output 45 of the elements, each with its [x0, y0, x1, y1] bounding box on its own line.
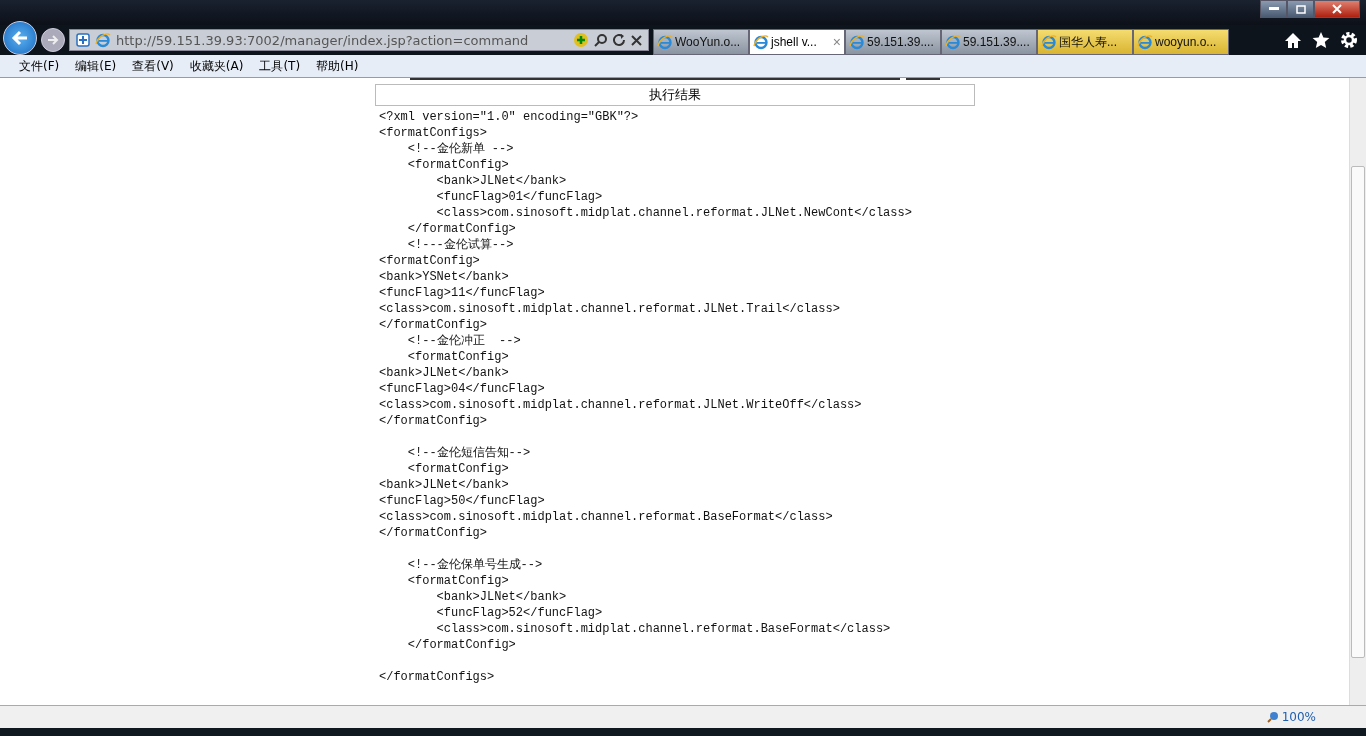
plus-shield-icon [76, 33, 90, 47]
browser-tab[interactable]: wooyun.o... [1133, 29, 1229, 55]
search-icon[interactable] [594, 33, 608, 47]
maximize-button[interactable] [1287, 0, 1314, 18]
browser-logo-icon [1041, 34, 1057, 50]
menu-item[interactable]: 查看(V) [132, 57, 174, 75]
forward-arrow-icon [47, 35, 59, 45]
close-tab-icon[interactable]: × [832, 34, 841, 50]
minimize-icon [1268, 7, 1279, 11]
close-icon [1332, 4, 1342, 14]
home-icon[interactable] [1284, 31, 1302, 49]
add-icon[interactable] [573, 32, 589, 48]
browser-tab[interactable]: 国华人寿... [1037, 29, 1133, 55]
menu-item[interactable]: 工具(T) [259, 57, 301, 75]
url-text: http://59.151.39.93:7002/manager/index.jsp?action=command [116, 32, 530, 48]
maximize-icon [1295, 4, 1306, 14]
zoom-level[interactable]: 100% [1281, 710, 1316, 724]
browser-logo-icon [1137, 34, 1153, 50]
browser-tab[interactable]: jshell v... × [749, 29, 845, 55]
browser-logo-icon [945, 34, 961, 50]
star-icon[interactable] [1312, 31, 1330, 49]
back-button[interactable] [3, 21, 37, 55]
forward-button[interactable] [41, 28, 65, 52]
menu-item[interactable]: 收藏夹(A) [189, 57, 244, 75]
zoom-icon[interactable] [1266, 711, 1279, 723]
minimize-button[interactable] [1260, 0, 1287, 18]
result-text: <?xml version="1.0" encoding="GBK"?> <formatConfigs> <!--金伦新单 --> <formatConfig> <bank>JLNet</bank> <funcFlag>01</funcFlag> <class>com.sinosoft.midplat.channel.reformat.JLNet.NewCont</class> </formatConfig> <!---金伦试算--> <formatConfig> <bank>YSNet</bank> <funcFlag>11</funcFlag> <class>com.sinosoft.midplat.channel.reformat.JLNet.Trail</class> </formatConfig> <!--金伦冲正 --> <formatConfig> <bank>JLNet</bank> <funcFlag>04</funcFlag> <class>com.sinosoft.midplat.channel.reformat.JLNet.WriteOff</class> </formatConfig> <!--金伦短信告知--> <formatConfig> <bank>JLNet</bank> <funcFlag>50</funcFlag> <class>com.sinosoft.midplat.channel.reformat.BaseFormat</class> </formatConfig> <!--金伦保单号生成--> <formatConfig> <bank>JLNet</bank> <funcFlag>52</funcFlag> <class>com.sinosoft.midplat.channel.reformat.BaseFormat</class> </formatConfig> </formatConfigs> [379, 109, 913, 685]
browser-tab[interactable]: 59.151.39.... [941, 29, 1037, 55]
table-header: 执行结果 [375, 84, 975, 106]
address-bar[interactable]: http://59.151.39.93:7002/manager/index.jsp?action=command [69, 29, 649, 51]
back-arrow-icon [11, 30, 29, 46]
browser-tab[interactable]: 59.151.39.... [845, 29, 941, 55]
menu-item[interactable]: 文件(F) [19, 57, 60, 75]
scrollbar[interactable] [1349, 78, 1366, 705]
browser-logo-icon [753, 34, 769, 50]
menu-item[interactable]: 帮助(H) [316, 57, 359, 75]
close-button[interactable] [1314, 0, 1360, 18]
stop-icon[interactable] [631, 34, 642, 46]
settings-icon[interactable] [1340, 31, 1358, 49]
page-logo-icon [95, 32, 111, 48]
browser-tab[interactable]: WooYun.o... [653, 29, 749, 55]
browser-logo-icon [849, 34, 865, 50]
browser-logo-icon [657, 34, 673, 50]
refresh-icon[interactable] [613, 33, 626, 47]
menu-item[interactable]: 编辑(E) [75, 57, 117, 75]
